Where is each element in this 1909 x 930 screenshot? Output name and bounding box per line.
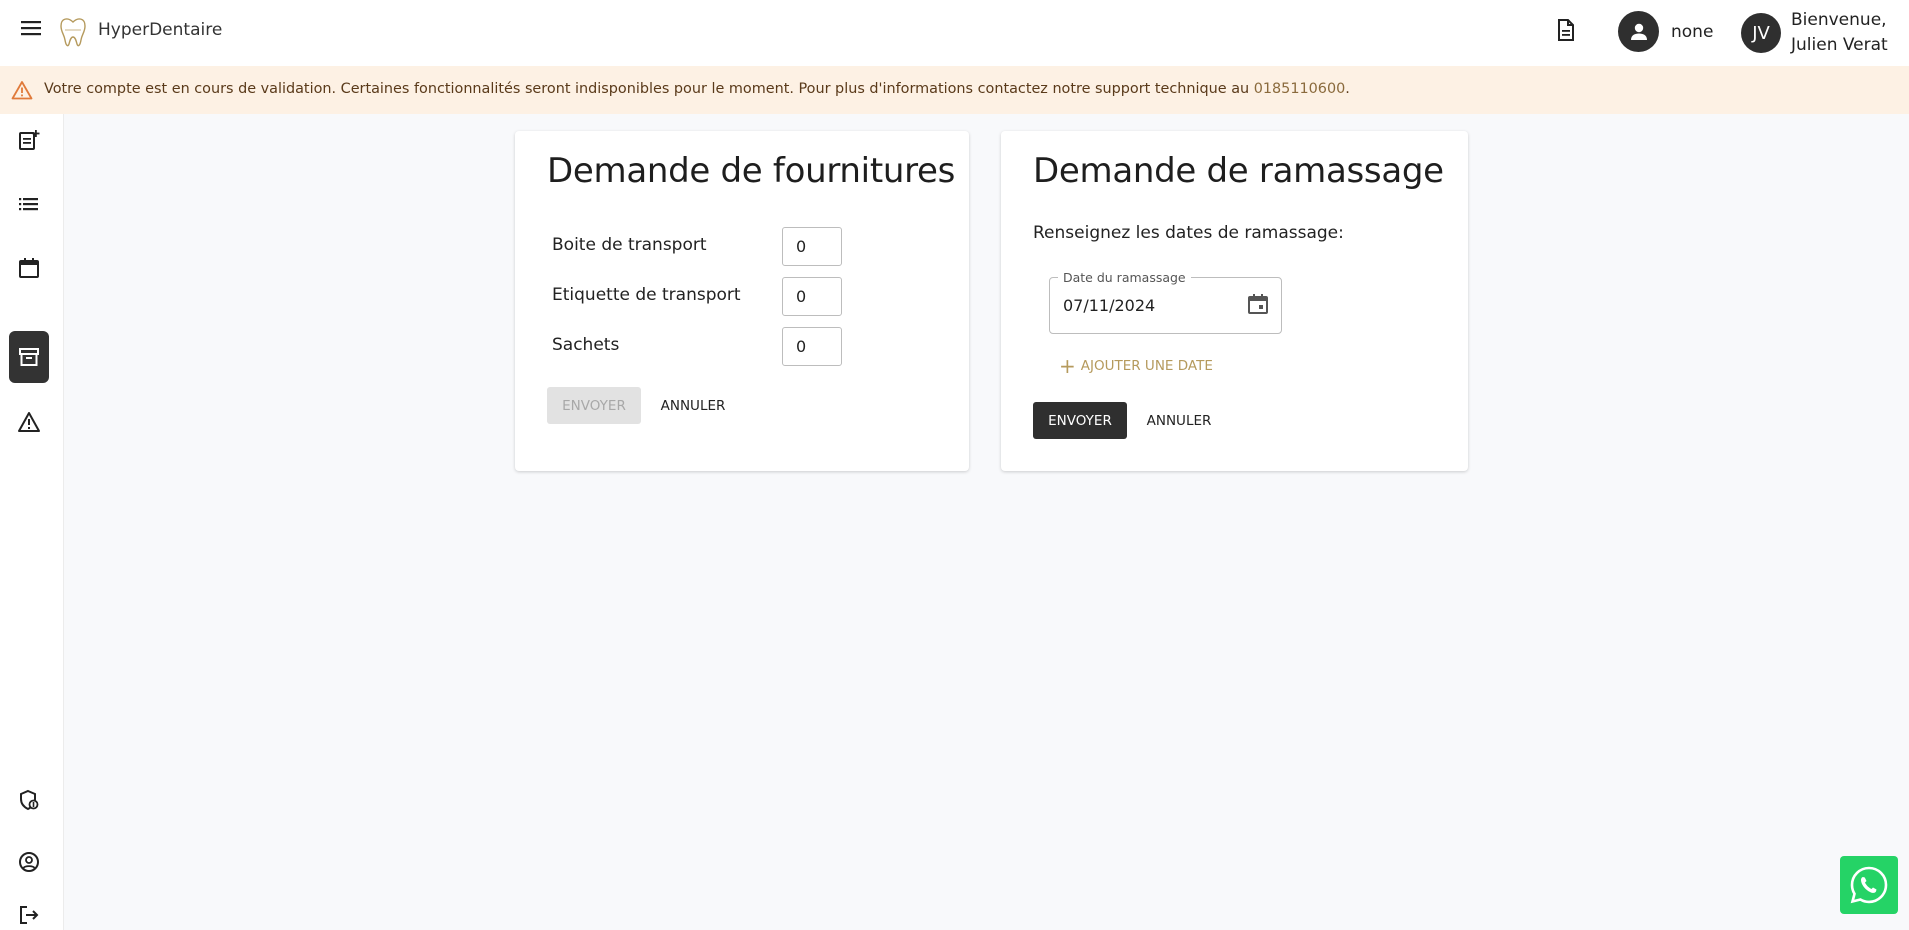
banner-suffix: .: [1345, 81, 1350, 97]
pickup-title: Demande de ramassage: [1033, 151, 1444, 191]
document-icon[interactable]: [1553, 17, 1579, 43]
plus-icon: +: [1059, 354, 1076, 378]
account-icon: [19, 852, 39, 872]
welcome-greeting: Bienvenue,: [1791, 10, 1887, 30]
pickup-date-label: Date du ramassage: [1058, 270, 1191, 285]
logout-icon: [20, 906, 39, 924]
supply-quantity-box[interactable]: [782, 227, 842, 266]
pickup-subtitle: Renseignez les dates de ramassage:: [1033, 223, 1344, 243]
person-icon: [1618, 11, 1659, 52]
sidebar-item-account[interactable]: [9, 836, 49, 888]
warning-icon: [11, 80, 33, 100]
add-date-button[interactable]: + AJOUTER UNE DATE: [1059, 356, 1213, 376]
sidebar-item-security[interactable]: [9, 774, 49, 826]
pickup-date-field[interactable]: Date du ramassage 07/11/2024: [1049, 270, 1282, 334]
security-icon: [20, 789, 39, 811]
sidebar-item-new-order[interactable]: [9, 114, 49, 166]
user-selector[interactable]: none: [1618, 11, 1713, 52]
app-title: HyperDentaire: [98, 20, 223, 40]
tooth-logo-icon: [58, 16, 88, 48]
supplies-title: Demande de fournitures: [547, 151, 956, 191]
hamburger-menu-icon[interactable]: [18, 17, 44, 39]
supply-label-label: Etiquette de transport: [552, 285, 741, 305]
new-order-icon: [19, 130, 40, 150]
supply-label-bags: Sachets: [552, 335, 620, 355]
welcome-user-name: Julien Verat: [1791, 35, 1888, 55]
calendar-picker-icon[interactable]: [1247, 293, 1271, 317]
pickup-date-value[interactable]: 07/11/2024: [1063, 296, 1155, 315]
welcome-text: Bienvenue, Julien Verat: [1791, 8, 1888, 58]
list-icon: [19, 198, 38, 211]
supplies-request-card: Demande de fournitures Boite de transpor…: [515, 131, 969, 471]
validation-banner: Votre compte est en cours de validation.…: [0, 66, 1909, 114]
avatar: JV: [1741, 13, 1781, 53]
sidebar-item-logout[interactable]: [9, 904, 49, 930]
supplies-send-button[interactable]: ENVOYER: [547, 387, 641, 424]
banner-message: Votre compte est en cours de validation.…: [44, 81, 1350, 97]
supply-label-box: Boite de transport: [552, 235, 707, 255]
pickup-request-card: Demande de ramassage Renseignez les date…: [1001, 131, 1468, 471]
support-phone-number: 0185110600: [1253, 81, 1346, 97]
sidebar-item-calendar[interactable]: [9, 242, 49, 294]
pickup-send-button[interactable]: ENVOYER: [1033, 402, 1127, 439]
sidebar-item-supplies[interactable]: [9, 331, 49, 383]
top-header: HyperDentaire none JV Bienvenue, Julien …: [0, 0, 1909, 66]
add-date-label: AJOUTER UNE DATE: [1080, 358, 1213, 374]
banner-text: Votre compte est en cours de validation.…: [44, 81, 1254, 97]
supplies-cancel-button[interactable]: ANNULER: [649, 387, 737, 424]
profile-menu[interactable]: JV Bienvenue, Julien Verat: [1741, 8, 1888, 58]
supply-quantity-label[interactable]: [782, 277, 842, 316]
pickup-cancel-button[interactable]: ANNULER: [1135, 402, 1223, 439]
whatsapp-icon: [1850, 866, 1888, 904]
calendar-icon: [19, 258, 39, 278]
sidebar-item-list[interactable]: [9, 178, 49, 230]
user-label: none: [1671, 21, 1714, 42]
whatsapp-chat-button[interactable]: [1840, 856, 1898, 914]
warning-icon: [18, 412, 40, 432]
sidebar-item-alerts[interactable]: [9, 396, 49, 448]
sidebar: [0, 114, 64, 930]
supply-quantity-bags[interactable]: [782, 327, 842, 366]
archive-icon: [19, 348, 39, 366]
